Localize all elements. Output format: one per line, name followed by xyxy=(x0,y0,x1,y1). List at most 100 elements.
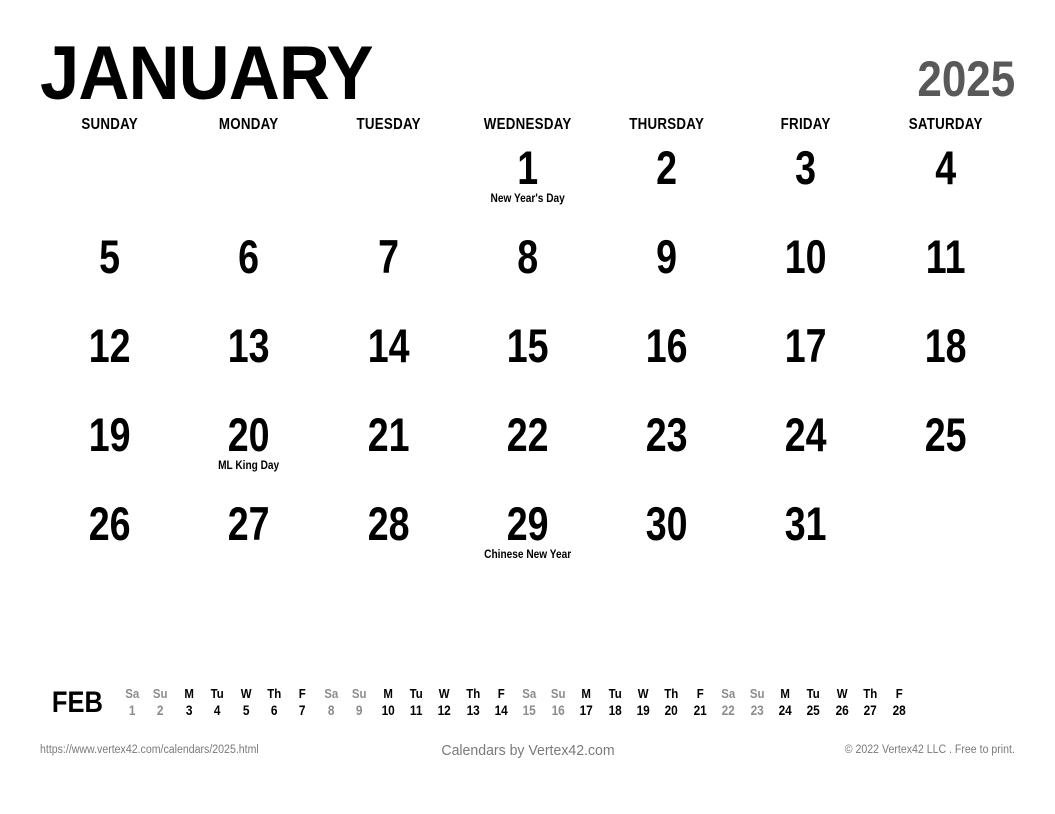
day-cell[interactable]: 14 xyxy=(319,318,458,407)
day-number: 16 xyxy=(645,319,688,372)
day-cell[interactable]: 23 xyxy=(597,407,736,496)
next-month-day[interactable]: W 12 xyxy=(430,686,458,720)
day-cell[interactable]: 13 xyxy=(179,318,318,407)
day-cell[interactable]: 19 xyxy=(40,407,179,496)
next-month-day[interactable]: Tu 25 xyxy=(799,686,827,720)
day-cell[interactable]: 25 xyxy=(876,407,1015,496)
next-month-dow: Su xyxy=(153,686,168,701)
next-month-day[interactable]: Th 20 xyxy=(657,686,685,720)
next-month-daynum: 14 xyxy=(494,703,508,719)
day-cell[interactable]: 17 xyxy=(736,318,875,407)
day-cell[interactable]: 21 xyxy=(319,407,458,496)
day-cell[interactable]: 5 xyxy=(40,229,179,318)
next-month-daynum: 8 xyxy=(327,703,335,719)
week-row: 26 27 28 29 Chinese New Year 30 31 xyxy=(40,496,1015,585)
next-month-days: Sa 1 Su 2 M 3 Tu 4 W 5 Th 6 F 7 Sa 8 Su 9 M 10 Tu 11 W 12 Th 13 F 1… xyxy=(118,686,913,720)
next-month-daynum: 26 xyxy=(835,703,849,719)
day-cell[interactable]: 11 xyxy=(876,229,1015,318)
next-month-day[interactable]: Sa 8 xyxy=(317,686,345,720)
next-month-day[interactable]: Th 13 xyxy=(459,686,487,720)
weekday-header-sunday: SUNDAY xyxy=(81,116,138,133)
day-cell[interactable]: 29 Chinese New Year xyxy=(458,496,597,585)
next-month-day[interactable]: Th 6 xyxy=(260,686,288,720)
day-cell[interactable]: 3 xyxy=(736,140,875,229)
next-month-daynum: 13 xyxy=(466,703,480,719)
weekday-header-thursday: THURSDAY xyxy=(629,116,705,133)
next-month-dow: Tu xyxy=(210,686,224,701)
day-cell[interactable]: 20 ML King Day xyxy=(179,407,318,496)
day-cell[interactable]: 22 xyxy=(458,407,597,496)
day-cell[interactable]: 18 xyxy=(876,318,1015,407)
day-event-label: New Year's Day xyxy=(490,193,565,206)
next-month-day[interactable]: Th 27 xyxy=(856,686,884,720)
calendar-footer: https://www.vertex42.com/calendars/2025.… xyxy=(40,742,1015,759)
next-month-day[interactable]: W5 xyxy=(232,686,260,720)
next-month-day[interactable]: Su 16 xyxy=(544,686,572,720)
next-month-day[interactable]: Su 23 xyxy=(743,686,771,720)
day-number: 18 xyxy=(924,319,967,372)
next-month-daynum: 17 xyxy=(579,703,594,719)
next-month-daynum: 20 xyxy=(664,703,679,719)
next-month-day[interactable]: F 14 xyxy=(487,686,515,720)
day-cell[interactable]: 1 New Year's Day xyxy=(458,140,597,229)
day-cell[interactable]: 6 xyxy=(179,229,318,318)
day-number: 31 xyxy=(785,497,827,550)
next-month-daynum: 12 xyxy=(437,703,452,719)
next-month-daynum: 5 xyxy=(242,703,250,719)
page-title: JANUARY xyxy=(40,30,373,116)
next-month-day[interactable]: Tu 4 xyxy=(203,686,231,720)
day-cell[interactable]: 31 xyxy=(736,496,875,585)
day-number: 14 xyxy=(367,319,410,372)
next-month-day[interactable]: M3 xyxy=(175,686,203,720)
next-month-day[interactable]: Sa 1 xyxy=(118,686,146,720)
day-number: 21 xyxy=(367,408,410,461)
next-month-daynum: 4 xyxy=(214,703,221,719)
day-cell[interactable]: 12 xyxy=(40,318,179,407)
day-number: 24 xyxy=(785,408,827,461)
next-month-day[interactable]: F7 xyxy=(288,686,316,720)
day-number: 25 xyxy=(924,408,967,461)
next-month-daynum: 3 xyxy=(185,703,193,719)
day-cell[interactable]: 30 xyxy=(597,496,736,585)
next-month-dow: Tu xyxy=(409,686,423,701)
day-number: 17 xyxy=(785,319,827,372)
day-cell[interactable]: 24 xyxy=(736,407,875,496)
footer-copyright: © 2022 Vertex42 LLC . Free to print. xyxy=(844,744,1015,756)
day-number: 12 xyxy=(88,319,131,372)
weekday-header-friday: FRIDAY xyxy=(781,116,832,133)
weekday-header-saturday: SATURDAY xyxy=(908,116,983,133)
day-cell[interactable]: 26 xyxy=(40,496,179,585)
day-number: 3 xyxy=(795,141,817,194)
next-month-day[interactable]: Tu 18 xyxy=(601,686,629,720)
day-number: 2 xyxy=(656,141,678,194)
next-month-day[interactable]: M 10 xyxy=(374,686,402,720)
next-month-day[interactable]: W 19 xyxy=(629,686,657,720)
next-month-day[interactable]: F 21 xyxy=(686,686,714,720)
next-month-day[interactable]: M 24 xyxy=(771,686,799,720)
day-number: 29 xyxy=(506,497,549,550)
day-cell[interactable]: 7 xyxy=(319,229,458,318)
footer-url[interactable]: https://www.vertex42.com/calendars/2025.… xyxy=(40,744,259,756)
day-cell[interactable]: 28 xyxy=(319,496,458,585)
day-cell[interactable]: 2 xyxy=(597,140,736,229)
next-month-dow: Sa xyxy=(125,686,140,701)
day-cell[interactable]: 4 xyxy=(876,140,1015,229)
next-month-daynum: 27 xyxy=(863,703,877,719)
day-cell[interactable]: 9 xyxy=(597,229,736,318)
next-month-day[interactable]: M 17 xyxy=(572,686,600,720)
next-month-day[interactable]: W 26 xyxy=(828,686,856,720)
day-cell[interactable]: 27 xyxy=(179,496,318,585)
next-month-day[interactable]: Su 2 xyxy=(146,686,174,720)
next-month-day[interactable]: Sa 15 xyxy=(515,686,543,720)
next-month-day[interactable]: F 28 xyxy=(885,686,913,720)
day-cell[interactable]: 10 xyxy=(736,229,875,318)
next-month-day[interactable]: Tu 11 xyxy=(402,686,430,720)
next-month-dow: Sa xyxy=(323,686,338,701)
next-month-dow: W xyxy=(836,686,848,701)
next-month-daynum: 16 xyxy=(551,703,565,719)
next-month-day[interactable]: Su 9 xyxy=(345,686,373,720)
next-month-day[interactable]: Sa 22 xyxy=(714,686,742,720)
day-cell[interactable]: 8 xyxy=(458,229,597,318)
day-cell[interactable]: 15 xyxy=(458,318,597,407)
day-cell[interactable]: 16 xyxy=(597,318,736,407)
